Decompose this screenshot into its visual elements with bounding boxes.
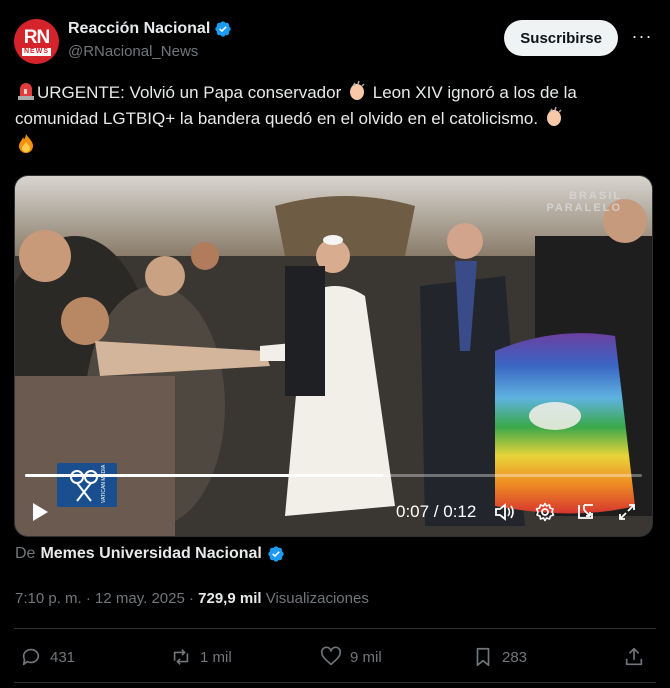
- share-button[interactable]: [623, 646, 645, 668]
- picture-in-picture-icon[interactable]: [574, 500, 598, 524]
- like-button[interactable]: 9 mil: [320, 646, 382, 668]
- video-watermark: BRASIL PARALELO: [546, 190, 622, 214]
- bookmark-icon: [476, 647, 490, 667]
- verified-badge-icon: [215, 21, 231, 37]
- subscribe-button[interactable]: Suscribirse: [504, 20, 618, 56]
- avatar-logo-subtext: NEWS: [22, 47, 51, 56]
- tweet-timestamp[interactable]: 7:10 p. m. · 12 may. 2025 ·: [15, 590, 194, 607]
- bookmark-count: 283: [502, 648, 528, 666]
- views-label: Visualizaciones: [265, 590, 369, 607]
- reply-icon: [22, 648, 40, 666]
- avatar[interactable]: RN NEWS: [14, 19, 59, 64]
- play-icon[interactable]: [28, 500, 52, 524]
- video-progress-bar[interactable]: [25, 474, 642, 477]
- author-name-row[interactable]: Reacción Nacional: [68, 20, 232, 38]
- author-handle[interactable]: @RNacional_News: [68, 43, 232, 60]
- repost-button[interactable]: 1 mil: [170, 646, 232, 668]
- author-display-name[interactable]: Reacción Nacional: [68, 20, 210, 38]
- bookmark-button[interactable]: 283: [472, 646, 527, 668]
- tweet-text-part-2: Leon XIV ignoró a los de la: [372, 83, 577, 102]
- avatar-logo-text: RN: [23, 26, 50, 48]
- tweet-header: RN NEWS Reacción Nacional @RNacional_New…: [14, 14, 656, 70]
- video-progress-fill: [25, 474, 383, 477]
- repost-count: 1 mil: [200, 648, 232, 666]
- more-options-icon[interactable]: ···: [630, 26, 654, 50]
- settings-gear-icon[interactable]: [533, 500, 557, 524]
- fire-emoji-icon: [19, 134, 33, 153]
- source-account-name[interactable]: Memes Universidad Nacional: [40, 545, 261, 563]
- share-icon: [625, 647, 643, 666]
- tweet-text: URGENTE: Volvió un Papa conservador Leon…: [15, 80, 655, 158]
- watermark-line-1: BRASIL: [569, 190, 622, 202]
- heart-icon: [320, 646, 342, 666]
- video-time: 0:07 / 0:12: [396, 502, 477, 521]
- reply-count: 431: [50, 648, 76, 666]
- source-prefix: De: [15, 545, 36, 562]
- clapping-hands-emoji-icon: [546, 106, 562, 126]
- divider: [14, 628, 656, 629]
- source-attribution: De Memes Universidad Nacional: [15, 545, 285, 563]
- repost-icon: [173, 649, 189, 665]
- volume-icon[interactable]: [493, 500, 517, 524]
- clapping-hands-emoji-icon: [350, 80, 365, 100]
- siren-emoji-icon: [18, 83, 34, 100]
- tweet-text-part-1: URGENTE: Volvió un Papa conservador: [37, 83, 342, 102]
- verified-badge-icon: [268, 546, 284, 562]
- like-count: 9 mil: [350, 648, 382, 666]
- reply-button[interactable]: 431: [20, 646, 75, 668]
- views-count: 729,9 mil: [198, 590, 262, 607]
- video-player[interactable]: BRASIL PARALELO VATICAN MEDIA 0:07 / 0:1…: [14, 175, 653, 537]
- tweet-text-part-3: comunidad LGTBIQ+ la bandera quedó en el…: [15, 109, 539, 128]
- tweet-actions: 431 1 mil 9 mil 283: [0, 640, 670, 676]
- divider: [14, 682, 656, 683]
- tweet-metadata: 7:10 p. m. · 12 may. 2025 · 729,9 mil Vi…: [15, 590, 369, 607]
- video-controls: 0:07 / 0:12: [15, 486, 652, 536]
- watermark-line-2: PARALELO: [546, 202, 622, 214]
- fullscreen-icon[interactable]: [615, 500, 639, 524]
- author-info: Reacción Nacional @RNacional_News: [68, 20, 232, 60]
